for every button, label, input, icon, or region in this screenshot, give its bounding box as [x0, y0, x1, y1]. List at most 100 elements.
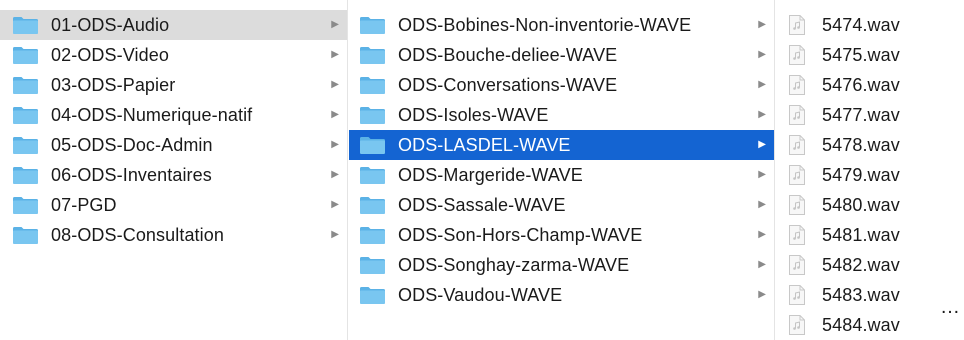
chevron-right-icon: ▶: [331, 169, 339, 180]
audio-folder-item-4[interactable]: ODS-Isoles-WAVE ▶: [349, 100, 774, 130]
folder-icon: [359, 75, 386, 95]
audio-folder-item-8[interactable]: ODS-Son-Hors-Champ-WAVE ▶: [349, 220, 774, 250]
folder-icon: [359, 135, 386, 155]
top-folder-item-7[interactable]: 07-PGD ▶: [0, 190, 347, 220]
folder-icon: [359, 285, 386, 305]
audio-folder-item-label: ODS-Bouche-deliee-WAVE: [398, 44, 618, 65]
wav-file-item-label: 5481.wav: [822, 224, 900, 245]
folder-icon: [12, 75, 39, 95]
audio-folder-item-label: ODS-Margeride-WAVE: [398, 164, 583, 185]
audio-file-icon: [788, 224, 806, 246]
audio-folder-item-6[interactable]: ODS-Margeride-WAVE ▶: [349, 160, 774, 190]
folder-icon: [359, 105, 386, 125]
chevron-right-icon: ▶: [758, 139, 766, 150]
audio-folder-item-label: ODS-Vaudou-WAVE: [398, 284, 563, 305]
folder-icon: [359, 225, 386, 245]
top-folder-item-5[interactable]: 05-ODS-Doc-Admin ▶: [0, 130, 347, 160]
audio-folder-item-2[interactable]: ODS-Bouche-deliee-WAVE ▶: [349, 40, 774, 70]
folder-icon: [359, 165, 386, 185]
column-top-folders[interactable]: 01-ODS-Audio ▶ 02-ODS-Video ▶ 03-ODS-Papier ▶…: [0, 0, 348, 340]
chevron-right-icon: ▶: [758, 79, 766, 90]
column-browser: 01-ODS-Audio ▶ 02-ODS-Video ▶ 03-ODS-Papier ▶…: [0, 0, 964, 340]
top-folder-item-3[interactable]: 03-ODS-Papier ▶: [0, 70, 347, 100]
top-folder-item-6[interactable]: 06-ODS-Inventaires ▶: [0, 160, 347, 190]
top-folder-item-1[interactable]: 01-ODS-Audio ▶: [0, 10, 347, 40]
audio-file-icon: [788, 254, 806, 276]
column-audio-files[interactable]: 5474.wav 5475.wav 5476.wav 5477.wav 5478.wav…: [776, 0, 964, 340]
wav-file-item-label: 5476.wav: [822, 74, 900, 95]
wav-file-item-2[interactable]: 5475.wav: [776, 40, 964, 70]
folder-icon: [12, 15, 39, 35]
folder-icon: [12, 165, 39, 185]
audio-folder-item-label: ODS-Sassale-WAVE: [398, 194, 566, 215]
chevron-right-icon: ▶: [331, 229, 339, 240]
audio-file-icon: [788, 14, 806, 36]
wav-file-item-9[interactable]: 5482.wav: [776, 250, 964, 280]
chevron-right-icon: ▶: [331, 49, 339, 60]
audio-folder-item-label: ODS-Songhay-zarma-WAVE: [398, 254, 630, 275]
audio-folder-item-10[interactable]: ODS-Vaudou-WAVE ▶: [349, 280, 774, 310]
audio-file-icon: [788, 164, 806, 186]
wav-file-item-8[interactable]: 5481.wav: [776, 220, 964, 250]
wav-file-item-10[interactable]: 5483.wav: [776, 280, 964, 310]
wav-file-item-label: 5482.wav: [822, 254, 900, 275]
chevron-right-icon: ▶: [758, 49, 766, 60]
chevron-right-icon: ▶: [758, 199, 766, 210]
audio-file-icon: [788, 104, 806, 126]
wav-file-item-label: 5483.wav: [822, 284, 900, 305]
folder-icon: [359, 195, 386, 215]
folder-icon: [12, 45, 39, 65]
column-audio-folders[interactable]: ODS-Bobines-Non-inventorie-WAVE ▶ ODS-Bouc…: [349, 0, 775, 340]
audio-folder-item-1[interactable]: ODS-Bobines-Non-inventorie-WAVE ▶: [349, 10, 774, 40]
wav-file-item-6[interactable]: 5479.wav: [776, 160, 964, 190]
audio-file-icon: [788, 134, 806, 156]
audio-file-icon: [788, 44, 806, 66]
top-folder-item-2[interactable]: 02-ODS-Video ▶: [0, 40, 347, 70]
top-folder-item-label: 03-ODS-Papier: [51, 74, 176, 95]
top-folder-item-label: 07-PGD: [51, 194, 117, 215]
audio-file-icon: [788, 194, 806, 216]
audio-folder-item-5[interactable]: ODS-LASDEL-WAVE ▶: [349, 130, 774, 160]
audio-folder-item-label: ODS-Bobines-Non-inventorie-WAVE: [398, 14, 692, 35]
wav-file-item-1[interactable]: 5474.wav: [776, 10, 964, 40]
audio-folder-item-7[interactable]: ODS-Sassale-WAVE ▶: [349, 190, 774, 220]
audio-file-icon: [788, 284, 806, 306]
chevron-right-icon: ▶: [331, 199, 339, 210]
chevron-right-icon: ▶: [758, 289, 766, 300]
audio-file-icon: [788, 314, 806, 336]
audio-folder-item-9[interactable]: ODS-Songhay-zarma-WAVE ▶: [349, 250, 774, 280]
chevron-right-icon: ▶: [331, 19, 339, 30]
chevron-right-icon: ▶: [758, 259, 766, 270]
folder-icon: [359, 15, 386, 35]
audio-folder-item-3[interactable]: ODS-Conversations-WAVE ▶: [349, 70, 774, 100]
folder-icon: [359, 45, 386, 65]
chevron-right-icon: ▶: [331, 79, 339, 90]
wav-file-item-3[interactable]: 5476.wav: [776, 70, 964, 100]
wav-file-item-11[interactable]: 5484.wav: [776, 310, 964, 340]
wav-file-item-7[interactable]: 5480.wav: [776, 190, 964, 220]
audio-folder-item-label: ODS-Son-Hors-Champ-WAVE: [398, 224, 643, 245]
top-folder-item-8[interactable]: 08-ODS-Consultation ▶: [0, 220, 347, 250]
overflow-ellipsis: …: [940, 296, 960, 318]
chevron-right-icon: ▶: [331, 109, 339, 120]
wav-file-item-label: 5479.wav: [822, 164, 900, 185]
chevron-right-icon: ▶: [331, 139, 339, 150]
chevron-right-icon: ▶: [758, 229, 766, 240]
top-folder-item-label: 04-ODS-Numerique-natif: [51, 104, 253, 125]
folder-icon: [12, 135, 39, 155]
top-folder-item-label: 05-ODS-Doc-Admin: [51, 134, 213, 155]
wav-file-item-label: 5475.wav: [822, 44, 900, 65]
folder-icon: [12, 195, 39, 215]
wav-file-item-4[interactable]: 5477.wav: [776, 100, 964, 130]
top-folder-item-4[interactable]: 04-ODS-Numerique-natif ▶: [0, 100, 347, 130]
audio-folder-item-label: ODS-LASDEL-WAVE: [398, 134, 571, 155]
folder-icon: [12, 105, 39, 125]
chevron-right-icon: ▶: [758, 109, 766, 120]
audio-file-icon: [788, 74, 806, 96]
wav-file-item-label: 5480.wav: [822, 194, 900, 215]
wav-file-item-label: 5474.wav: [822, 14, 900, 35]
wav-file-item-5[interactable]: 5478.wav: [776, 130, 964, 160]
folder-icon: [12, 225, 39, 245]
wav-file-item-label: 5478.wav: [822, 134, 900, 155]
chevron-right-icon: ▶: [758, 169, 766, 180]
